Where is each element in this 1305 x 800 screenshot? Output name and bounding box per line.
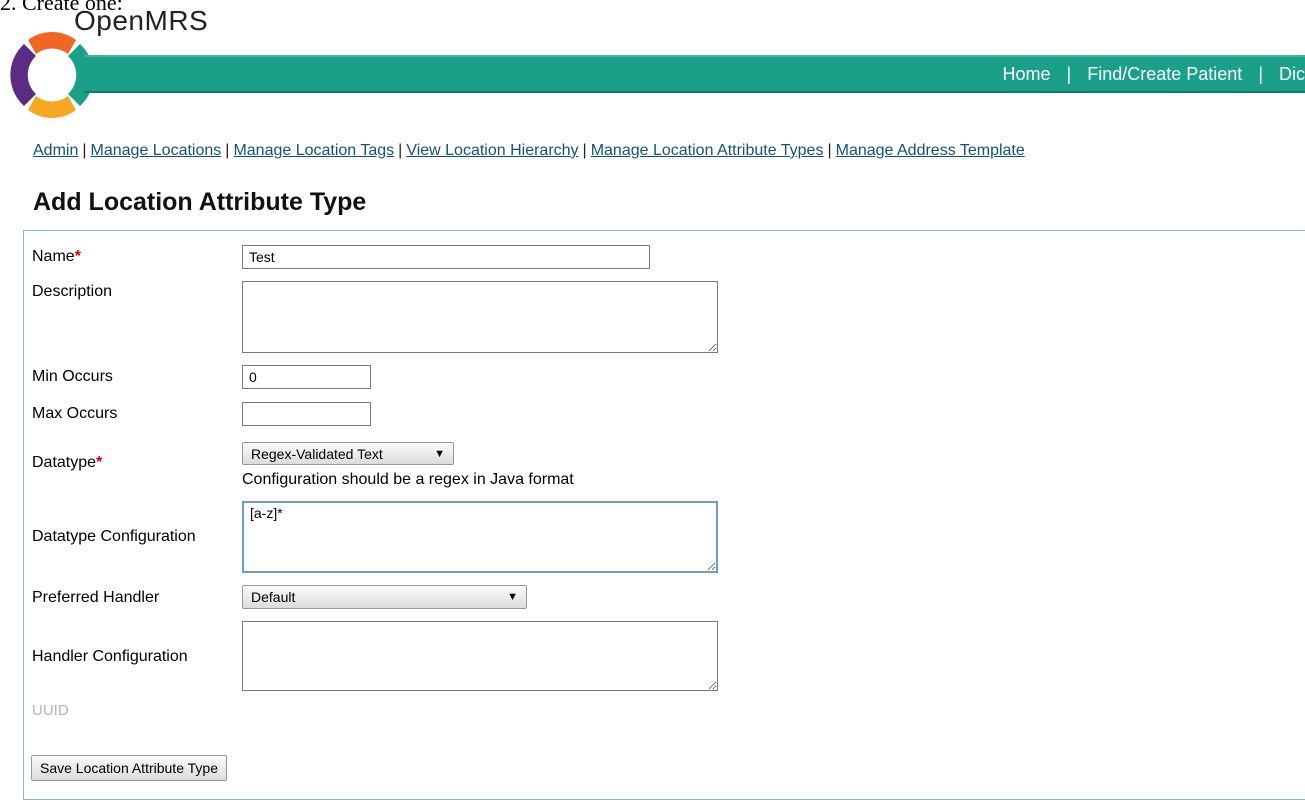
description-textarea[interactable] [242,281,718,353]
nav-home-link[interactable]: Home [1003,64,1051,85]
handler-configuration-label: Handler Configuration [32,648,188,665]
datatype-selected-value: Regex-Validated Text [251,445,383,462]
subnav-manage-locations-link[interactable]: Manage Locations [91,142,222,159]
top-navigation: Home | Find/Create Patient | Dic [1003,55,1305,93]
page-title: Add Location Attribute Type [33,188,367,216]
subnav-manage-location-tags-link[interactable]: Manage Location Tags [233,142,394,159]
max-occurs-label: Max Occurs [32,405,118,422]
datatype-configuration-textarea[interactable]: [a-z]* [242,501,718,573]
subnav-view-location-hierarchy-link[interactable]: View Location Hierarchy [406,142,578,159]
datatype-config-hint: Configuration should be a regex in Java … [242,471,574,488]
preferred-handler-select[interactable]: Default ▼ [242,585,527,609]
name-label: Name* [32,248,81,265]
admin-subnav: Admin | Manage Locations | Manage Location T… [33,142,1025,159]
nav-find-create-patient-link[interactable]: Find/Create Patient [1087,64,1242,85]
nav-separator: | [1066,63,1072,84]
min-occurs-label: Min Occurs [32,368,113,385]
dropdown-arrow-icon: ▼ [507,591,518,603]
required-marker: * [96,454,103,471]
subnav-manage-address-template-link[interactable]: Manage Address Template [836,142,1025,159]
dropdown-arrow-icon: ▼ [434,447,445,460]
subnav-admin-link[interactable]: Admin [33,142,78,159]
handler-configuration-textarea[interactable] [242,621,718,691]
nav-separator: | [1258,63,1263,84]
name-input[interactable] [242,245,650,269]
required-marker: * [74,248,81,265]
uuid-label: UUID [32,702,69,719]
description-label: Description [32,283,113,300]
save-location-attribute-type-button[interactable]: Save Location Attribute Type [31,755,227,781]
datatype-select[interactable]: Regex-Validated Text ▼ [242,442,454,465]
subnav-manage-location-attribute-types-link[interactable]: Manage Location Attribute Types [591,142,824,159]
preferred-handler-label: Preferred Handler [32,589,160,606]
nav-dictionary-link[interactable]: Dic [1279,64,1305,85]
datatype-configuration-label: Datatype Configuration [32,528,196,545]
max-occurs-input[interactable] [242,402,371,426]
min-occurs-input[interactable] [242,365,371,389]
datatype-label: Datatype* [32,454,103,471]
preferred-handler-selected-value: Default [251,589,296,605]
